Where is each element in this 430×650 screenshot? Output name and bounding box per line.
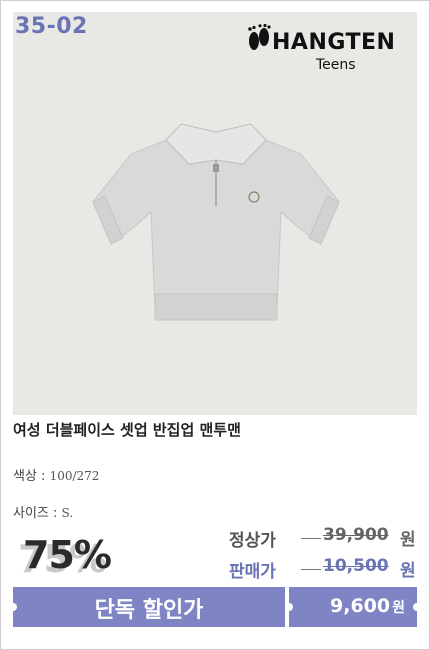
price-divider: [301, 569, 321, 570]
exclusive-label-box[interactable]: 단독 할인가: [9, 587, 285, 627]
footprints-logo-icon: [248, 24, 271, 50]
size-label: 사이즈 :: [13, 506, 58, 521]
exclusive-price-bar[interactable]: 단독 할인가 9,600 원: [9, 587, 421, 627]
brand-logo: HANGTEN Teens: [246, 24, 416, 76]
product-card[interactable]: 35-02 HANGTEN Teens 여성 더블페이스 셋업 반집업 맨투맨 …: [0, 0, 430, 650]
exclusive-label: 단독 할인가: [94, 598, 204, 623]
regular-price-label: 정상가: [229, 531, 276, 551]
sale-price-label: 판매가: [229, 562, 276, 582]
discount-rate: 75%: [23, 533, 112, 577]
regular-price: 39,900: [323, 525, 389, 545]
color-info: 색상 : 100/272: [13, 465, 99, 484]
exclusive-price-value: 9,600: [330, 595, 391, 617]
size-value: S.: [61, 506, 74, 520]
product-code: 35-02: [15, 14, 88, 39]
color-value: 100/272: [49, 469, 100, 483]
brand-name: HANGTEN: [272, 30, 396, 55]
regular-currency: 원: [400, 530, 416, 550]
price-divider: [301, 538, 321, 539]
exclusive-currency: 원: [392, 600, 405, 616]
sale-price: 10,500: [323, 556, 389, 576]
size-info: 사이즈 : S.: [13, 502, 73, 521]
brand-sub: Teens: [316, 57, 356, 73]
garment-image: [92, 123, 340, 321]
exclusive-price: 9,600 원: [330, 595, 405, 617]
exclusive-price-box[interactable]: 9,600 원: [285, 587, 421, 627]
bar-notch: [285, 603, 293, 611]
sale-currency: 원: [400, 561, 416, 581]
product-photo[interactable]: 35-02 HANGTEN Teens: [13, 12, 417, 415]
bar-notch: [413, 603, 421, 611]
product-title: 여성 더블페이스 셋업 반집업 맨투맨: [13, 421, 241, 439]
color-label: 색상 :: [13, 469, 46, 484]
